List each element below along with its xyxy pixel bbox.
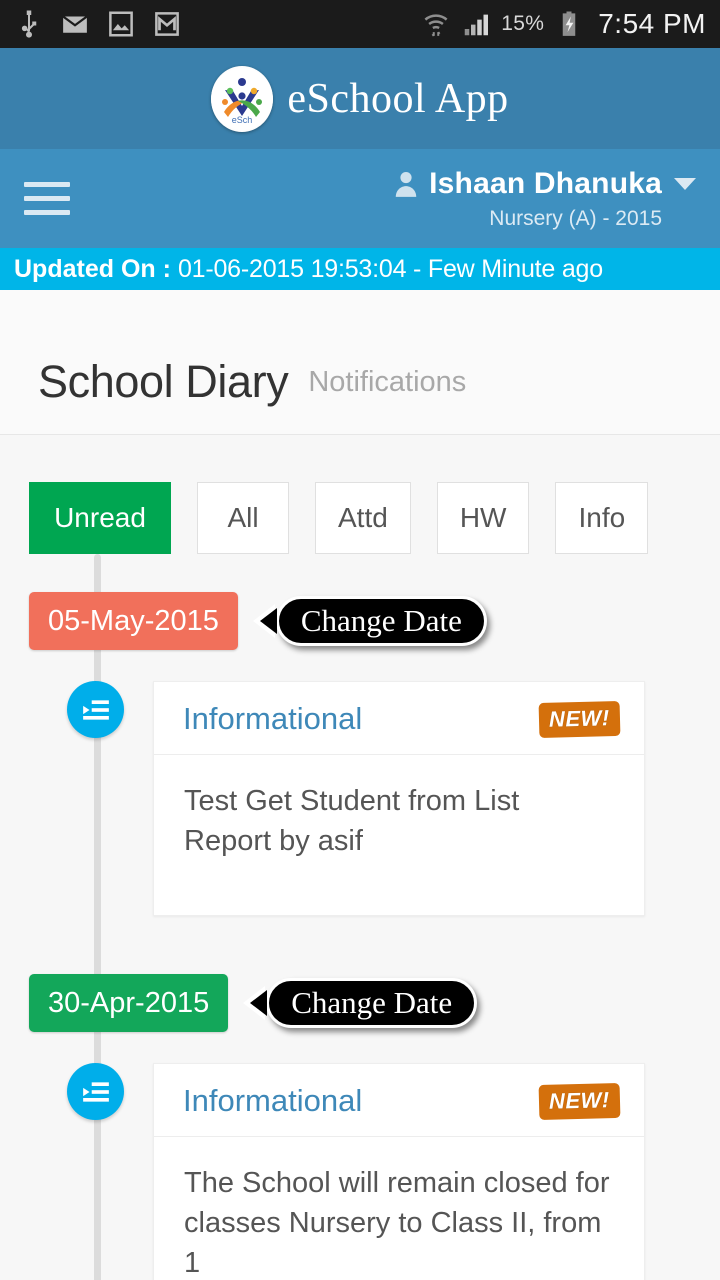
status-clock: 7:54 PM [598, 8, 706, 39]
eschool-logo: eSch [211, 65, 274, 132]
timeline-entry: Informational NEW! The School will remai… [0, 1063, 720, 1280]
filter-chip-info[interactable]: Info [555, 482, 649, 554]
battery-percent: 15% [501, 12, 545, 35]
usb-icon [14, 9, 44, 39]
email-icon [60, 9, 90, 39]
date-badge[interactable]: 05-May-2015 [29, 592, 238, 650]
change-date-tooltip[interactable]: Change Date [275, 596, 487, 646]
user-name: Ishaan Dhanuka [429, 166, 662, 200]
user-info[interactable]: Ishaan Dhanuka Nursery (A) - 2015 [393, 167, 698, 231]
timeline-date-row: 05-May-2015 Change Date [0, 592, 720, 650]
diary-card-header: Informational NEW! [154, 682, 644, 755]
date-badge[interactable]: 30-Apr-2015 [29, 974, 229, 1033]
timeline-date-row: 30-Apr-2015 Change Date [0, 974, 720, 1033]
status-bar-left-icons [14, 9, 182, 39]
diary-card[interactable]: Informational NEW! Test Get Student from… [153, 681, 645, 917]
gallery-icon [106, 9, 136, 39]
app-title: eSchool App [287, 75, 509, 122]
gmail-icon [152, 9, 182, 39]
new-badge: NEW! [540, 702, 619, 736]
page-header: School Diary Notifications [0, 290, 720, 435]
indent-list-icon [67, 1063, 124, 1121]
diary-card-title: Informational [183, 701, 363, 736]
status-bar: 15% 7:54 PM [0, 0, 720, 48]
page-subtitle: Notifications [308, 365, 467, 398]
filter-chip-attd[interactable]: Attd [315, 482, 411, 554]
filter-chip-all[interactable]: All [197, 482, 289, 554]
indent-list-icon [67, 681, 124, 738]
diary-timeline: 05-May-2015 Change Date Informational NE… [0, 554, 720, 1280]
user-selector[interactable]: Ishaan Dhanuka [393, 167, 696, 201]
chevron-down-icon[interactable] [674, 177, 696, 190]
new-badge: NEW! [540, 1084, 619, 1118]
updated-on-value: 01-06-2015 19:53:04 - Few Minute ago [177, 254, 603, 283]
change-date-tooltip[interactable]: Change Date [266, 978, 478, 1029]
signal-icon [461, 9, 491, 39]
diary-card-text: The School will remain closed for classe… [184, 1167, 610, 1280]
svg-text:eSch: eSch [232, 115, 253, 125]
app-header: eSch eSchool App [0, 48, 720, 149]
user-class-label: Nursery (A) - 2015 [489, 206, 662, 230]
user-bar: Ishaan Dhanuka Nursery (A) - 2015 [0, 149, 720, 248]
filter-chip-unread[interactable]: Unread [29, 482, 171, 554]
filter-chip-hw[interactable]: HW [436, 482, 530, 554]
battery-charging-icon [554, 9, 584, 39]
filter-chip-group: Unread All Attd HW Info [0, 435, 720, 554]
diary-card-text: Test Get Student from List Report by asi… [184, 785, 520, 858]
person-icon [393, 170, 419, 198]
timeline-entry: Informational NEW! Test Get Student from… [0, 681, 720, 917]
diary-card-title: Informational [183, 1083, 363, 1119]
diary-card-header: Informational NEW! [154, 1064, 644, 1138]
status-bar-right-icons: 15% 7:54 PM [421, 8, 706, 40]
page-title: School Diary [38, 356, 289, 407]
wifi-icon [421, 9, 451, 39]
diary-card[interactable]: Informational NEW! The School will remai… [153, 1063, 645, 1280]
updated-on-label: Updated On : [14, 254, 171, 283]
hamburger-menu-icon[interactable] [24, 182, 70, 215]
updated-on-bar: Updated On : 01-06-2015 19:53:04 - Few M… [0, 248, 720, 290]
